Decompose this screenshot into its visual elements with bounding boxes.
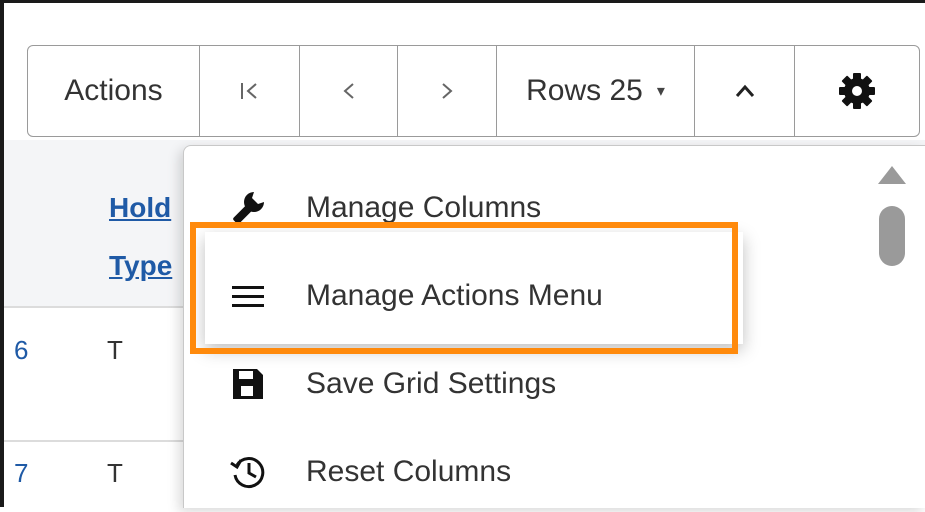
chevron-up-icon [735,84,754,97]
column-header-hold-type[interactable]: Hold [109,192,171,224]
row-number-link[interactable]: 7 [14,458,28,489]
menu-item-label: Save Grid Settings [306,367,557,400]
menu-item-label: Manage Actions Menu [306,279,603,312]
scroll-thumb[interactable] [879,206,905,266]
menu-item-manage-actions-menu[interactable]: Manage Actions Menu [184,256,864,336]
wrench-icon [228,188,268,228]
rows-per-page-label: Rows 25 [526,74,643,107]
menu-scrollbar[interactable] [872,160,912,507]
menu-item-save-grid-settings[interactable]: Save Grid Settings [184,344,864,424]
column-header-line-2: Type [109,250,173,281]
history-icon [228,452,268,492]
chevron-right-icon [442,83,453,99]
row-value: T [107,335,123,365]
next-page-button[interactable] [398,46,497,136]
scroll-up-icon[interactable] [878,166,906,184]
settings-button[interactable] [795,46,919,136]
row-value: T [107,458,123,488]
actions-label: Actions [64,74,163,107]
menu-item-label: Reset Columns [306,455,512,488]
grid-toolbar: Actions Rows 25 ▾ [27,45,920,137]
menu-item-manage-columns[interactable]: Manage Columns [184,168,864,248]
collapse-button[interactable] [695,46,795,136]
first-page-icon [240,83,257,99]
rows-per-page-select[interactable]: Rows 25 ▾ [497,46,695,136]
gear-icon [839,73,875,109]
hamburger-icon [228,276,268,316]
window-top-border [0,0,925,3]
column-header-hold-type-line2[interactable]: Type [109,250,172,282]
previous-page-button[interactable] [300,46,398,136]
save-icon [228,364,268,404]
column-header-line-1: Hold [109,192,172,223]
actions-button[interactable]: Actions [28,46,200,136]
settings-dropdown-menu: Manage Columns Manage Actions Menu Save … [183,145,925,508]
menu-item-label: Manage Columns [306,191,542,224]
menu-item-reset-columns[interactable]: Reset Columns [184,432,864,512]
first-page-button[interactable] [200,46,300,136]
row-number-link[interactable]: 6 [14,335,28,366]
chevron-left-icon [342,83,354,99]
caret-down-icon: ▾ [656,83,665,100]
